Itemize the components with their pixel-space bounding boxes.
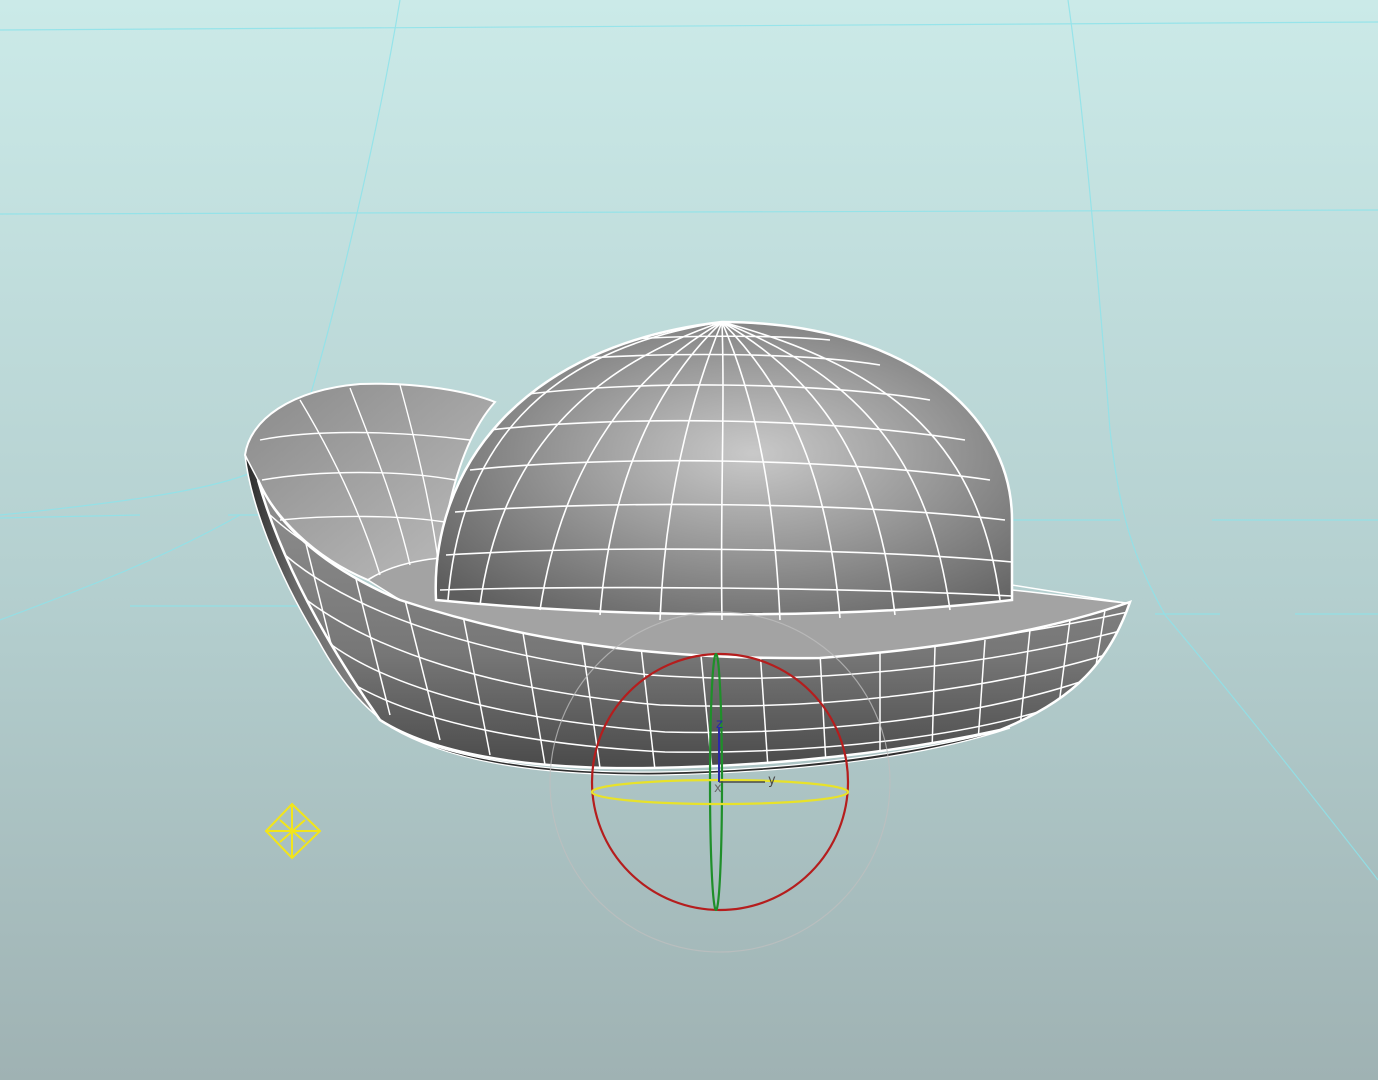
gizmo-axis-y-label: y — [768, 773, 776, 788]
gizmo-axis-x-label: x — [714, 781, 722, 796]
3d-viewport[interactable]: z y x — [0, 0, 1378, 1080]
scene-canvas[interactable]: z y x — [0, 0, 1378, 1080]
gizmo-axis-z-label: z — [716, 717, 723, 732]
